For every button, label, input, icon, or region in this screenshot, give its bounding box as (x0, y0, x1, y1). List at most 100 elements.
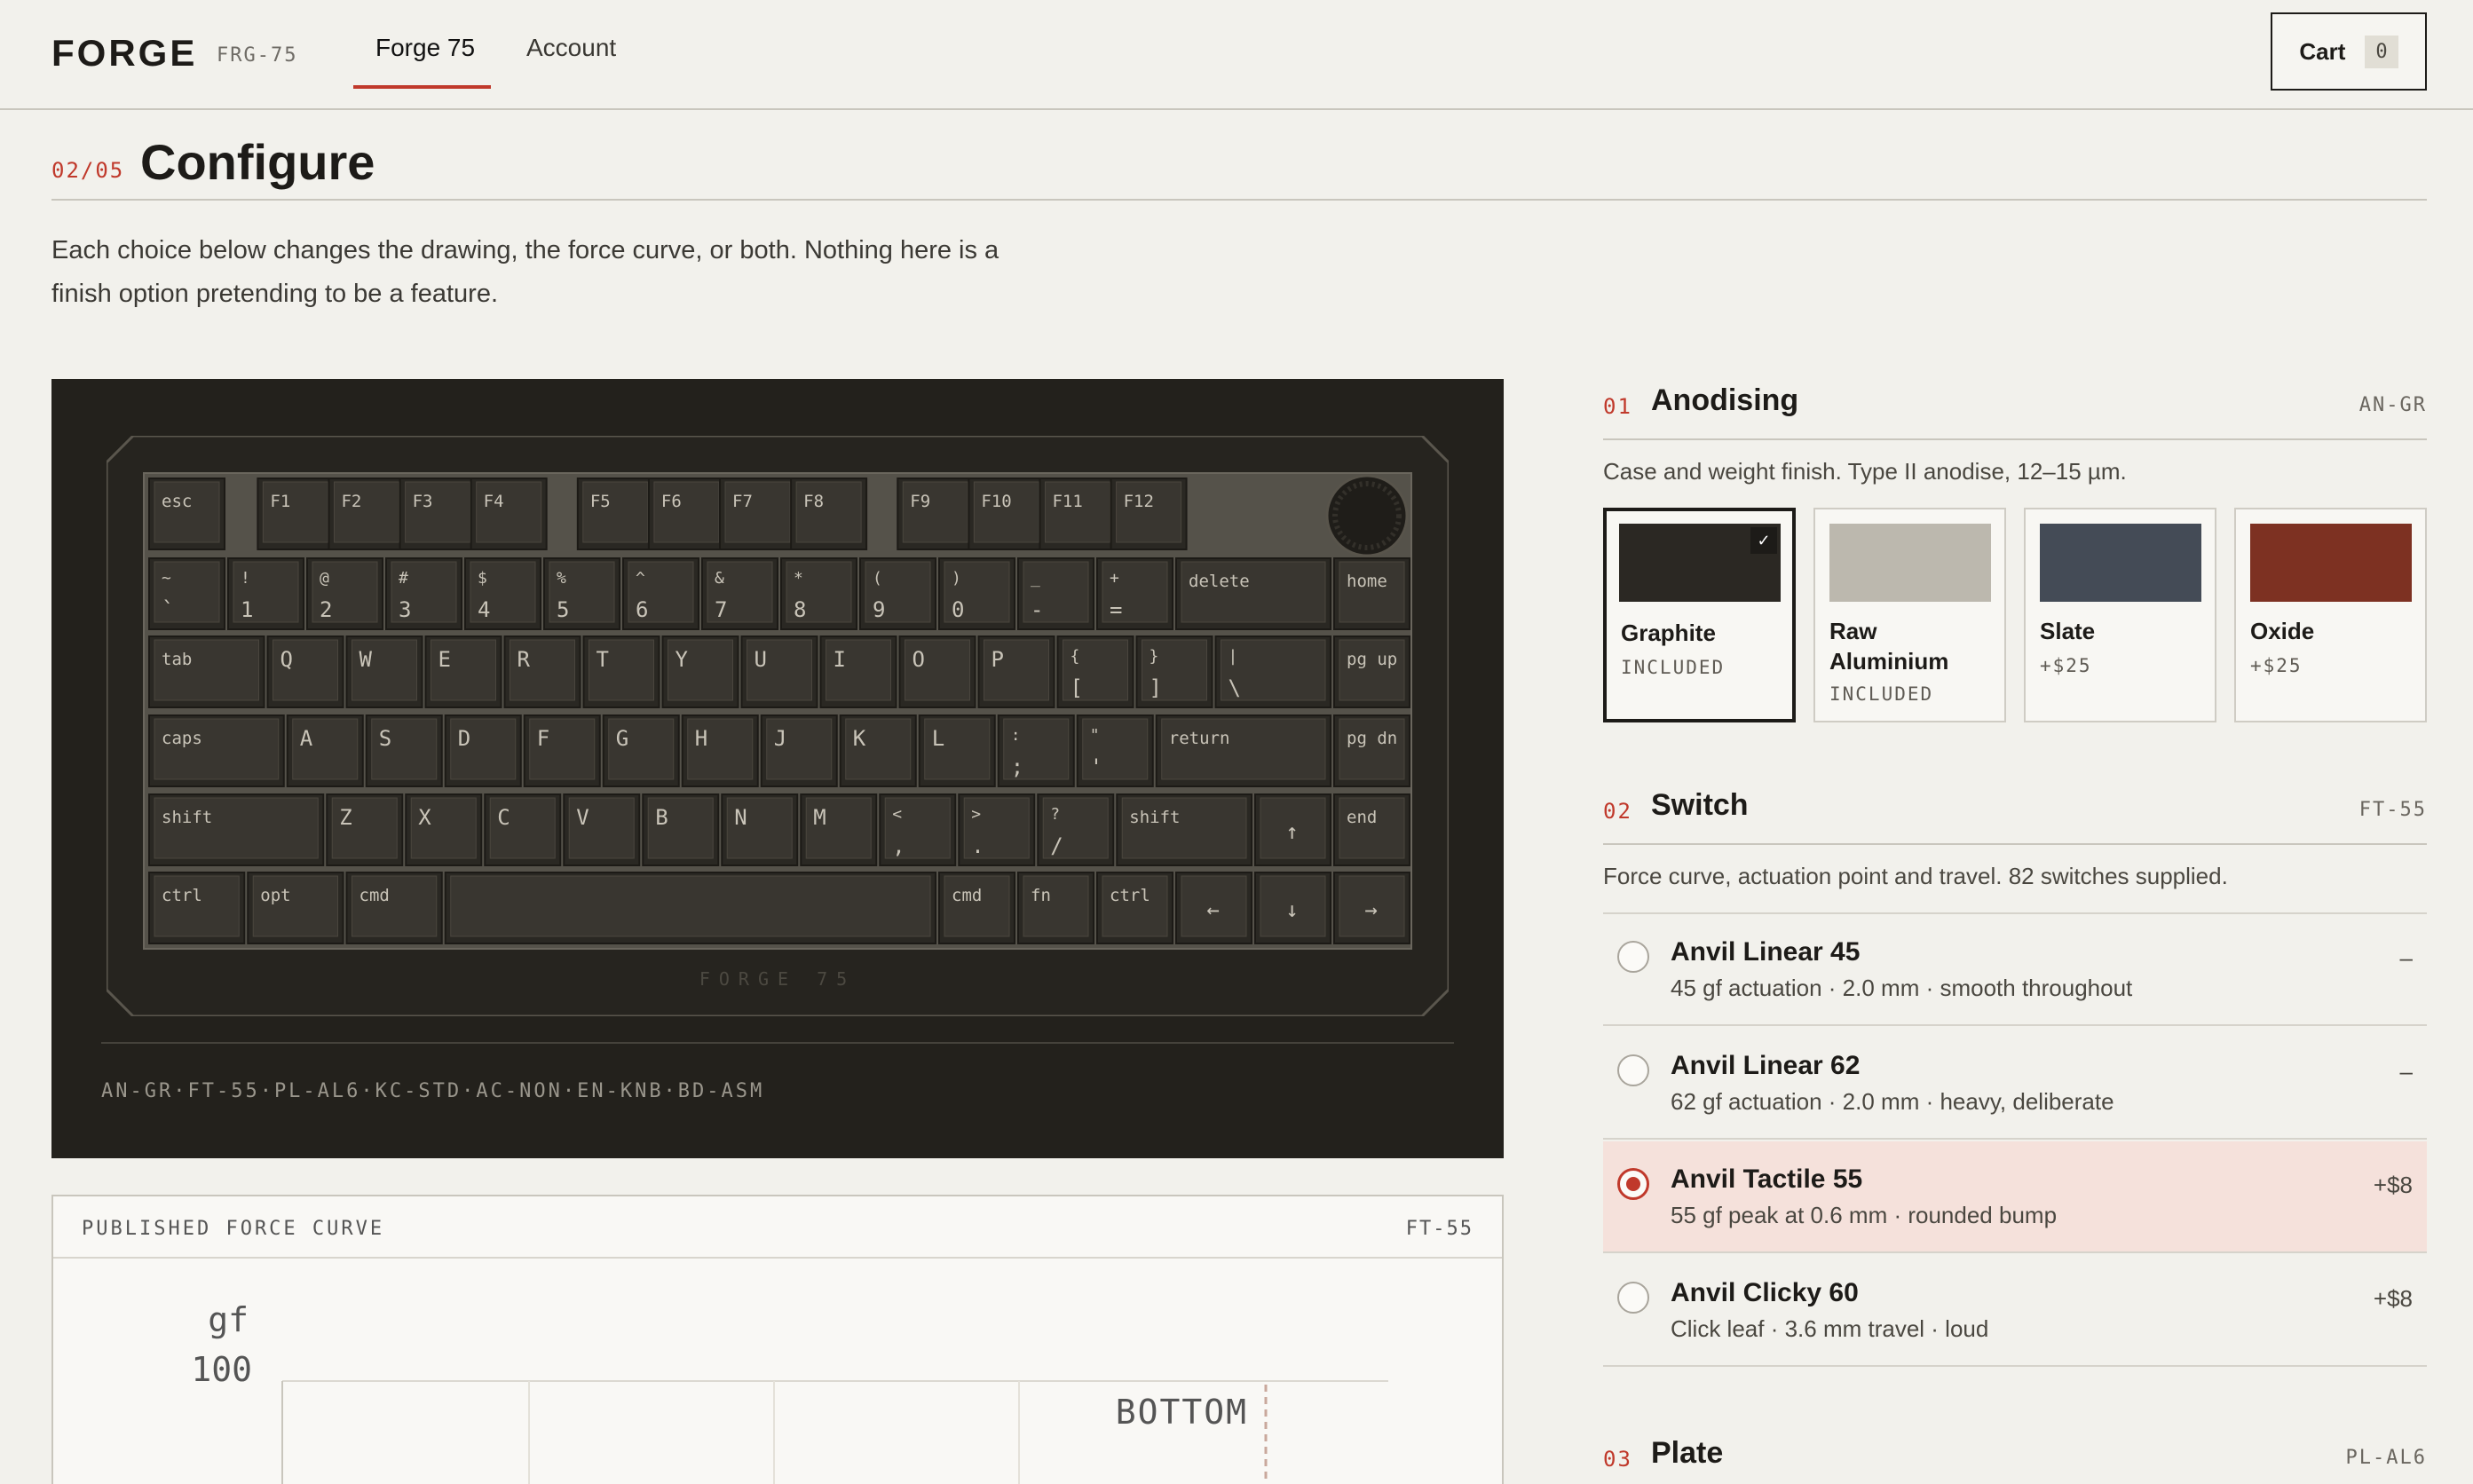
keycap[interactable]: ^6 (622, 557, 699, 630)
keycap[interactable]: F (523, 714, 601, 787)
nav-forge-75[interactable]: Forge 75 (375, 34, 475, 62)
keycap[interactable]: C (484, 793, 562, 866)
keycap[interactable]: Z (326, 793, 404, 866)
keycap[interactable]: tab (148, 635, 265, 708)
keycap[interactable]: #3 (385, 557, 462, 630)
radio-button[interactable] (1617, 1282, 1649, 1314)
key-label: P (992, 647, 1004, 672)
radio-button-selected[interactable] (1617, 1168, 1649, 1200)
keycap[interactable]: !1 (227, 557, 304, 630)
keycap[interactable]: shift (1116, 793, 1252, 866)
keycap[interactable]: ~` (148, 557, 225, 630)
keycap[interactable]: P (977, 635, 1055, 708)
nav-account[interactable]: Account (526, 34, 616, 62)
keycap[interactable]: ↑ (1254, 793, 1331, 866)
keycap[interactable]: R (503, 635, 581, 708)
keycap[interactable]: *8 (780, 557, 857, 630)
switch-option-linear-62[interactable]: Anvil Linear 62 62 gf actuation · 2.0 mm… (1603, 1028, 2427, 1140)
keycap[interactable]: |\ (1214, 635, 1331, 708)
keycap[interactable]: F9 (897, 478, 975, 550)
keycap[interactable]: cmd (345, 872, 443, 944)
keycap[interactable]: H (681, 714, 759, 787)
keycap[interactable]: )0 (938, 557, 1015, 630)
switch-option-clicky-60[interactable]: Anvil Clicky 60 Click leaf · 3.6 mm trav… (1603, 1255, 2427, 1367)
keycap[interactable]: F10 (968, 478, 1046, 550)
keycap[interactable]: shift (148, 793, 325, 866)
keycap[interactable]: end (1333, 793, 1410, 866)
keycap[interactable]: F7 (719, 478, 797, 550)
keycap[interactable]: "' (1076, 714, 1154, 787)
keycap[interactable]: @2 (306, 557, 383, 630)
radio-button[interactable] (1617, 1054, 1649, 1086)
keycap[interactable]: T (582, 635, 660, 708)
switch-option-tactile-55[interactable]: Anvil Tactile 55 55 gf peak at 0.6 mm · … (1603, 1141, 2427, 1253)
keycap[interactable]: pg dn (1333, 714, 1410, 787)
finish-option-oxide[interactable]: Oxide +$25 (2234, 508, 2427, 722)
keycap[interactable]: Y (661, 635, 739, 708)
keycap[interactable]: home (1333, 557, 1410, 630)
keycap[interactable]: F6 (647, 478, 725, 550)
keycap[interactable]: %5 (543, 557, 620, 630)
keycap[interactable]: K (839, 714, 917, 787)
keycap[interactable]: X (405, 793, 483, 866)
keycap[interactable]: F8 (790, 478, 868, 550)
keycap[interactable]: N (721, 793, 799, 866)
keycap[interactable]: &7 (701, 557, 778, 630)
keycap[interactable]: F3 (399, 478, 477, 550)
keycap[interactable]: W (345, 635, 423, 708)
keycap[interactable]: $4 (464, 557, 541, 630)
keycap[interactable]: esc (148, 478, 225, 550)
keycap[interactable] (444, 872, 936, 944)
keycap[interactable]: {[ (1056, 635, 1134, 708)
keycap[interactable]: ctrl (148, 872, 246, 944)
keycap[interactable]: F4 (470, 478, 548, 550)
keycap[interactable]: ← (1175, 872, 1252, 944)
keycap[interactable]: I (819, 635, 897, 708)
keycap[interactable]: fn (1017, 872, 1094, 944)
keycap[interactable]: B (642, 793, 720, 866)
keycap[interactable]: F5 (576, 478, 654, 550)
brand-logo[interactable]: FORGE (51, 32, 197, 75)
keycap[interactable]: E (424, 635, 502, 708)
keycap[interactable]: delete (1175, 557, 1331, 630)
keycap[interactable]: ctrl (1096, 872, 1173, 944)
keycap[interactable]: V (563, 793, 641, 866)
keycap[interactable]: A (286, 714, 364, 787)
keycap[interactable]: G (602, 714, 680, 787)
keycap[interactable]: F2 (328, 478, 406, 550)
keycap[interactable]: cmd (938, 872, 1015, 944)
keycap[interactable]: caps (148, 714, 285, 787)
keycap[interactable]: F11 (1039, 478, 1117, 550)
keycap[interactable]: M (800, 793, 878, 866)
cart-button[interactable]: Cart 0 (2271, 12, 2427, 91)
keycap[interactable]: ↓ (1254, 872, 1331, 944)
keycap[interactable]: <, (879, 793, 957, 866)
keycap[interactable]: += (1096, 557, 1173, 630)
finish-option-raw-aluminium[interactable]: Raw Aluminium INCLUDED (1813, 508, 2006, 722)
keycap[interactable]: D (444, 714, 522, 787)
keycap[interactable]: opt (247, 872, 344, 944)
keycap[interactable]: F1 (257, 478, 335, 550)
keycap[interactable]: → (1333, 872, 1410, 944)
keycap[interactable]: F12 (1110, 478, 1188, 550)
switch-option-linear-45[interactable]: Anvil Linear 45 45 gf actuation · 2.0 mm… (1603, 914, 2427, 1026)
finish-option-graphite[interactable]: ✓ Graphite INCLUDED (1603, 508, 1796, 722)
keycap[interactable]: U (740, 635, 818, 708)
keycap[interactable]: O (898, 635, 976, 708)
radio-button[interactable] (1617, 941, 1649, 973)
keycap[interactable]: :; (997, 714, 1075, 787)
keycap[interactable]: L (918, 714, 996, 787)
volume-knob-icon[interactable] (1325, 474, 1409, 557)
keycap[interactable]: }] (1135, 635, 1213, 708)
keycap[interactable]: _- (1017, 557, 1094, 630)
keycap[interactable]: ?/ (1037, 793, 1115, 866)
keycap[interactable]: S (365, 714, 443, 787)
keycap[interactable]: return (1155, 714, 1331, 787)
keycap[interactable]: Q (266, 635, 344, 708)
keycap[interactable]: J (760, 714, 838, 787)
section-code: FT-55 (2358, 799, 2427, 821)
keycap[interactable]: (9 (859, 557, 936, 630)
finish-option-slate[interactable]: Slate +$25 (2024, 508, 2216, 722)
keycap[interactable]: pg up (1333, 635, 1410, 708)
keycap[interactable]: >. (958, 793, 1036, 866)
